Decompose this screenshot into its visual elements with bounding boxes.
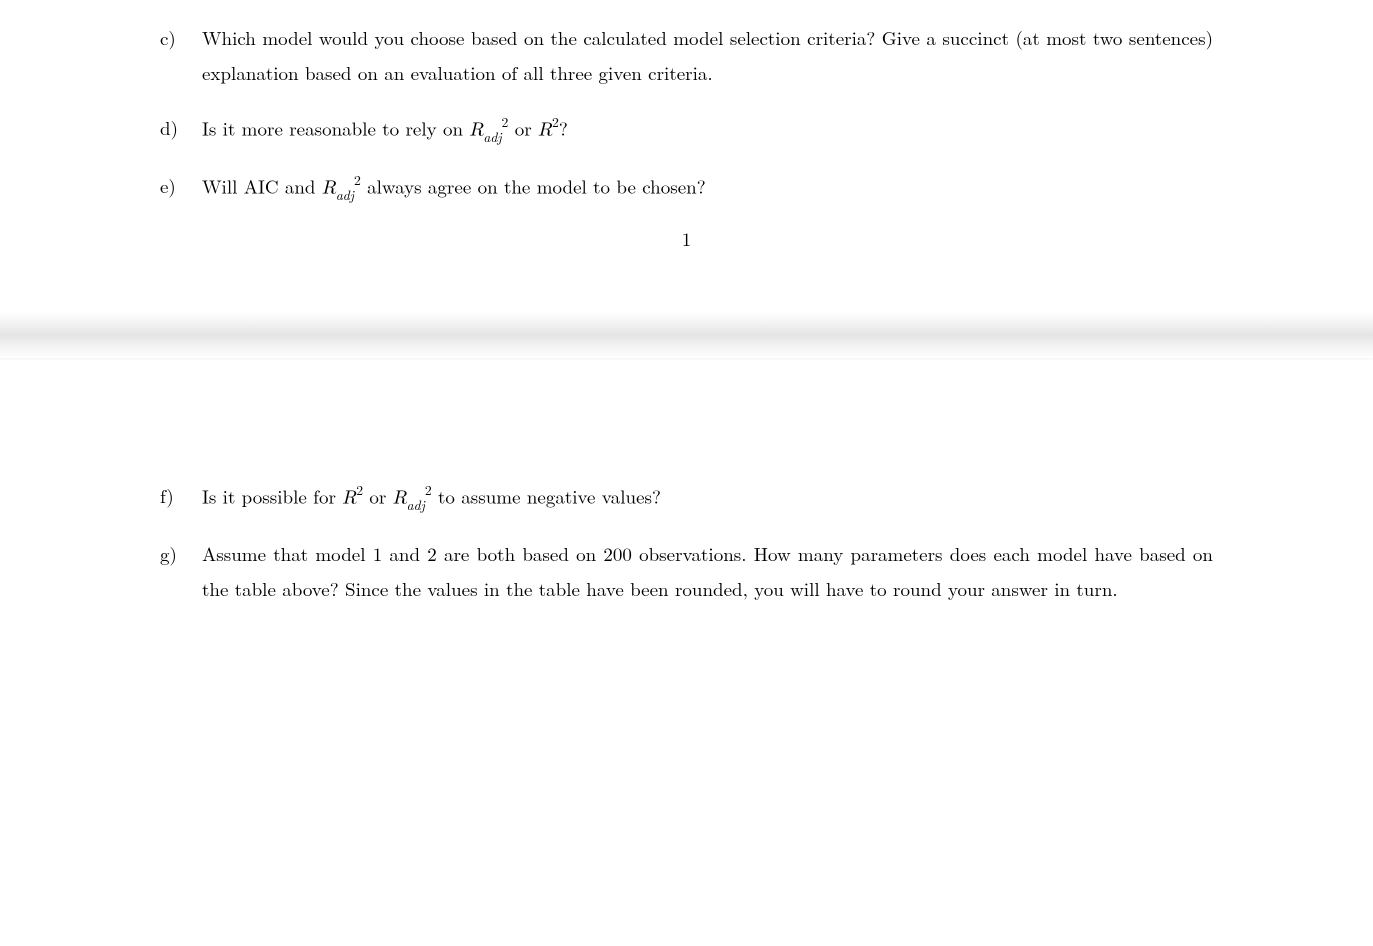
- math-sup-2: 2: [502, 112, 509, 131]
- question-list-top: c) Which model would you choose based on…: [160, 20, 1213, 205]
- page-bottom: f) Is it possible for R2 or Radj2 to ass…: [0, 458, 1373, 646]
- math-sup-2: 2: [425, 480, 432, 499]
- math-sub-adj: adj: [407, 495, 425, 514]
- math-sub-adj: adj: [336, 185, 354, 204]
- item-marker: d): [160, 110, 202, 145]
- text-or: or: [508, 115, 538, 142]
- page-break: [0, 312, 1373, 358]
- math-R: R: [342, 489, 356, 508]
- item-text: Which model would you choose based on th…: [202, 20, 1213, 90]
- page-top: c) Which model would you choose based on…: [0, 0, 1373, 302]
- math-R: R: [469, 121, 483, 140]
- math-sup-2: 2: [354, 170, 361, 189]
- math-R: R: [393, 489, 407, 508]
- question-item-g: g) Assume that model 1 and 2 are both ba…: [160, 536, 1213, 606]
- question-item-e: e) Will AIC and Radj2 always agree on th…: [160, 168, 1213, 205]
- item-marker: g): [160, 536, 202, 571]
- page-number: 1: [160, 225, 1213, 252]
- question-item-c: c) Which model would you choose based on…: [160, 20, 1213, 90]
- text-prefix: Will AIC and: [202, 172, 322, 199]
- item-marker: f): [160, 478, 202, 513]
- text-or: or: [363, 483, 393, 510]
- math-R: R: [538, 121, 552, 140]
- math-sub-adj: adj: [483, 127, 501, 146]
- question-item-d: d) Is it more reasonable to rely on Radj…: [160, 110, 1213, 147]
- item-marker: e): [160, 168, 202, 203]
- math-R: R: [322, 178, 336, 197]
- text-suffix: ?: [559, 115, 568, 142]
- item-text: Will AIC and Radj2 always agree on the m…: [202, 168, 1213, 205]
- item-text: Assume that model 1 and 2 are both based…: [202, 536, 1213, 606]
- math-sup-2: 2: [356, 480, 363, 499]
- text-suffix: to assume negative values?: [432, 483, 661, 510]
- item-text: Is it possible for R2 or Radj2 to assume…: [202, 478, 1213, 515]
- question-item-f: f) Is it possible for R2 or Radj2 to ass…: [160, 478, 1213, 515]
- bottom-spacer: [0, 646, 1373, 946]
- text-prefix: Is it more reasonable to rely on: [202, 115, 469, 142]
- question-list-bottom: f) Is it possible for R2 or Radj2 to ass…: [160, 478, 1213, 606]
- item-text: Is it more reasonable to rely on Radj2 o…: [202, 110, 1213, 147]
- text-prefix: Is it possible for: [202, 483, 342, 510]
- item-marker: c): [160, 20, 202, 55]
- math-sup-2: 2: [552, 112, 559, 131]
- text-suffix: always agree on the model to be chosen?: [361, 172, 706, 199]
